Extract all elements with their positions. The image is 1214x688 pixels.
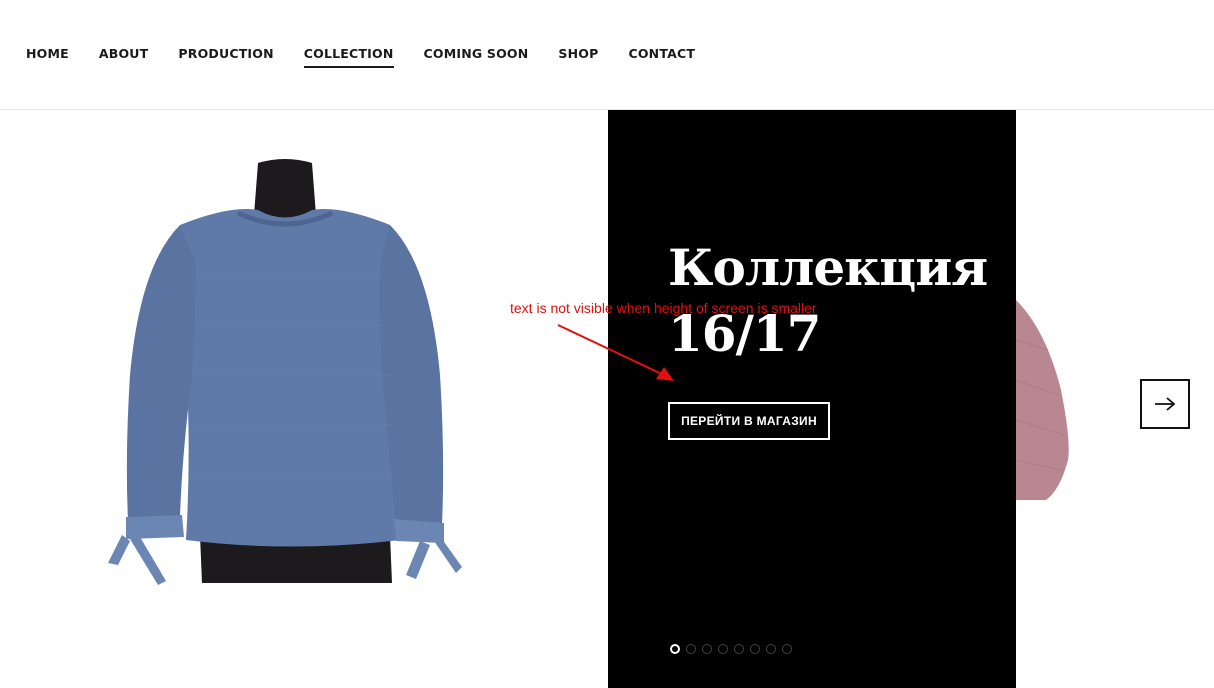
go-to-shop-button[interactable]: ПЕРЕЙТИ В МАГАЗИН: [668, 402, 830, 440]
arrow-right-icon: [1155, 397, 1176, 411]
nav-home[interactable]: HOME: [26, 46, 69, 68]
nav-coming-soon[interactable]: COMING SOON: [424, 46, 529, 68]
slider-dot[interactable]: [702, 644, 712, 654]
nav-production[interactable]: PRODUCTION: [178, 46, 273, 68]
next-slide-button[interactable]: [1140, 379, 1190, 429]
slide-title-line1: Коллекция: [668, 238, 988, 297]
collection-slider: Коллекция 16/17 ПЕРЕЙТИ В МАГАЗИН: [0, 110, 1214, 688]
blue-sweater-image: [108, 159, 462, 585]
main-nav: HOME ABOUT PRODUCTION COLLECTION COMING …: [26, 46, 725, 68]
nav-collection[interactable]: COLLECTION: [303, 46, 394, 68]
slide-caption-panel: Коллекция 16/17 ПЕРЕЙТИ В МАГАЗИН: [608, 110, 1016, 688]
slider-pagination: [670, 644, 792, 654]
pink-sweater-image: [1016, 300, 1069, 500]
nav-about[interactable]: ABOUT: [99, 46, 149, 68]
slider-dot[interactable]: [670, 644, 680, 654]
slider-dot[interactable]: [782, 644, 792, 654]
annotation-note: text is not visible when height of scree…: [510, 300, 817, 316]
slider-dot[interactable]: [734, 644, 744, 654]
slider-dot[interactable]: [750, 644, 760, 654]
slider-dot[interactable]: [766, 644, 776, 654]
slider-dot[interactable]: [686, 644, 696, 654]
slider-dot[interactable]: [718, 644, 728, 654]
site-header: HOME ABOUT PRODUCTION COLLECTION COMING …: [0, 0, 1214, 110]
nav-shop[interactable]: SHOP: [558, 46, 598, 68]
nav-contact[interactable]: CONTACT: [628, 46, 695, 68]
annotation-arrow-icon: [557, 324, 674, 381]
